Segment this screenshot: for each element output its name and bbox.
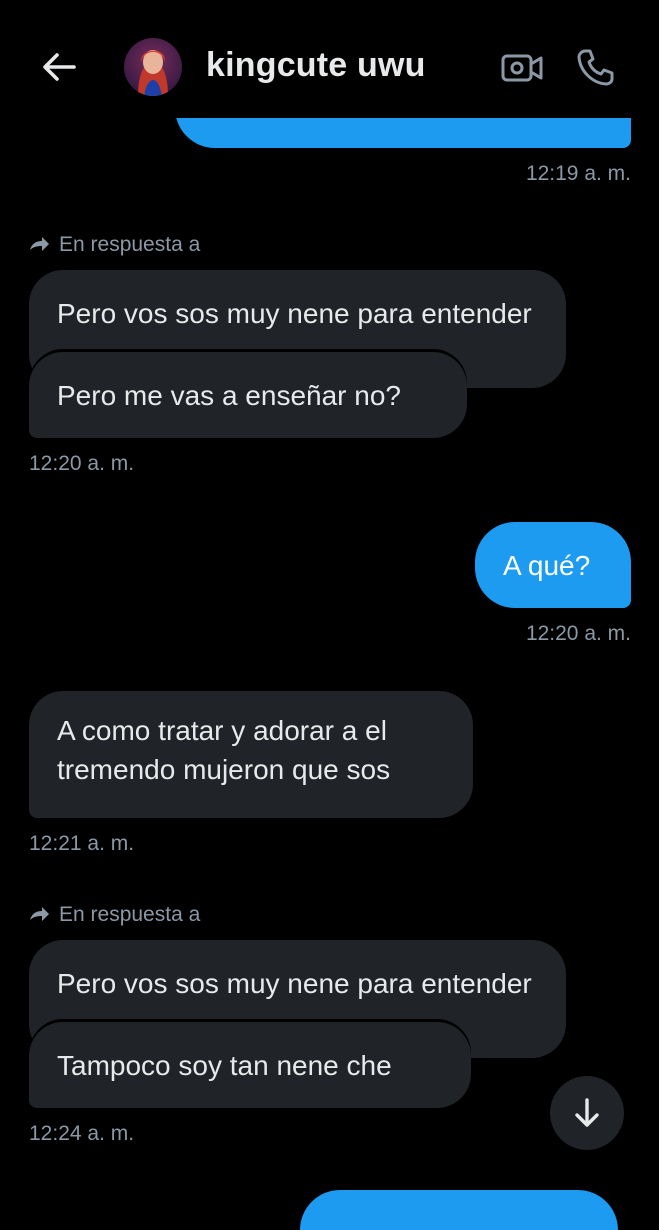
reply-context: En respuesta a	[28, 903, 200, 927]
message-text: Tampoco soy tan nene che	[57, 1049, 392, 1081]
message-timestamp: 12:24 a. m.	[29, 1122, 135, 1145]
reply-arrow-icon	[30, 907, 49, 921]
arrow-down-icon	[575, 1098, 599, 1127]
incoming-message-bubble[interactable]: Pero me vas a enseñar no?	[29, 352, 467, 438]
contact-name[interactable]: kingcute uwu	[206, 46, 426, 85]
reply-context-label: En respuesta a	[59, 233, 201, 256]
conversation-header: kingcute uwu	[0, 0, 659, 118]
avatar[interactable]	[124, 38, 182, 96]
incoming-message-bubble[interactable]: A como tratar y adorar a el tremendo muj…	[29, 691, 473, 818]
back-button[interactable]	[38, 46, 80, 88]
quoted-message-text: Pero vos sos muy nene para entender	[57, 968, 532, 999]
message-timestamp: 12:21 a. m.	[29, 832, 135, 855]
scroll-to-bottom-button[interactable]	[550, 1076, 624, 1150]
outgoing-message-bubble-partial[interactable]	[300, 1190, 618, 1230]
outgoing-message-bubble[interactable]: A qué?	[475, 522, 631, 608]
message-text: Pero me vas a enseñar no?	[57, 379, 401, 411]
voice-call-button[interactable]	[574, 46, 616, 88]
message-timestamp: 12:19 a. m.	[525, 162, 631, 185]
incoming-message-bubble[interactable]: Tampoco soy tan nene che	[29, 1022, 471, 1108]
message-timestamp: 12:20 a. m.	[29, 452, 135, 475]
message-text-line: A como tratar y adorar a el	[57, 715, 387, 746]
message-timestamp: 12:20 a. m.	[525, 622, 631, 645]
quoted-message-text: Pero vos sos muy nene para entender	[57, 298, 532, 329]
avatar-image	[124, 38, 182, 96]
reply-arrow-icon	[30, 237, 49, 251]
message-text-line: tremendo mujeron que sos	[57, 754, 391, 785]
video-camera-icon	[501, 54, 543, 82]
phone-icon	[577, 49, 614, 86]
arrow-left-icon	[43, 53, 76, 81]
reply-context-label: En respuesta a	[59, 903, 201, 926]
reply-context: En respuesta a	[28, 233, 200, 257]
message-text: A como tratar y adorar a el tremendo muj…	[57, 711, 390, 789]
video-call-button[interactable]	[500, 48, 544, 88]
message-text: A qué?	[503, 549, 591, 581]
